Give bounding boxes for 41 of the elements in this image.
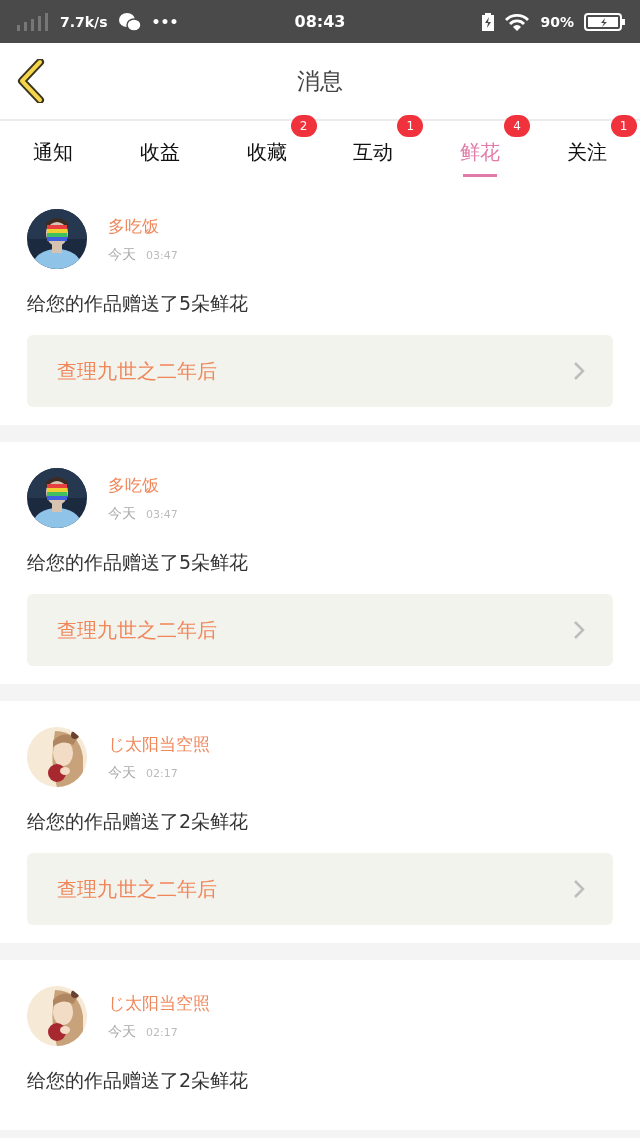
page-title: 消息: [297, 66, 343, 96]
message-day: 今天: [108, 504, 136, 523]
tab[interactable]: 收益: [140, 134, 180, 170]
chevron-icon: [573, 620, 585, 640]
sender-name: じ太阳当空照: [108, 732, 210, 756]
count-badge: 1: [610, 115, 637, 137]
message-time: 02:17: [146, 766, 178, 780]
count-badge: 4: [504, 115, 530, 137]
charging-icon: [482, 12, 495, 31]
message-text: 给您的作品赠送了2朵鲜花: [27, 1068, 250, 1093]
tab[interactable]: 收藏: [246, 134, 287, 170]
message-time: 02:17: [146, 1025, 178, 1039]
message-day: 今天: [108, 763, 136, 782]
sender-name: 多吃饭: [108, 473, 160, 497]
signal-icon: [16, 12, 50, 31]
sender-name: じ太阳当空照: [108, 991, 210, 1015]
tab[interactable]: 通知: [33, 134, 74, 170]
battery-percent: 90%: [540, 13, 574, 30]
chat-icon: [117, 11, 142, 32]
message-text: 给您的作品赠送了5朵鲜花: [27, 291, 250, 316]
message-day: 今天: [108, 245, 136, 264]
chevron-icon: [573, 879, 585, 899]
message-text: 给您的作品赠送了5朵鲜花: [27, 550, 250, 575]
tab[interactable]: 关注: [566, 134, 607, 170]
message-day: 今天: [108, 1022, 136, 1041]
tab-indicator: [463, 174, 497, 177]
network-speed: 7.7k/s: [60, 13, 108, 30]
count-badge: 1: [397, 115, 424, 137]
clock: 08:43: [294, 12, 346, 31]
back-icon: [16, 59, 46, 103]
battery-icon: [584, 12, 626, 31]
wifi-icon: [504, 12, 531, 31]
message-time: 03:47: [146, 507, 178, 521]
sender-name: 多吃饭: [108, 214, 160, 238]
message-text: 给您的作品赠送了2朵鲜花: [27, 809, 250, 834]
more-notifications: •••: [151, 13, 179, 30]
message-time: 03:47: [146, 248, 178, 262]
back-button[interactable]: [16, 59, 46, 103]
count-badge: 2: [290, 115, 317, 137]
tab[interactable]: 互动: [353, 134, 394, 170]
chevron-icon: [573, 361, 585, 381]
